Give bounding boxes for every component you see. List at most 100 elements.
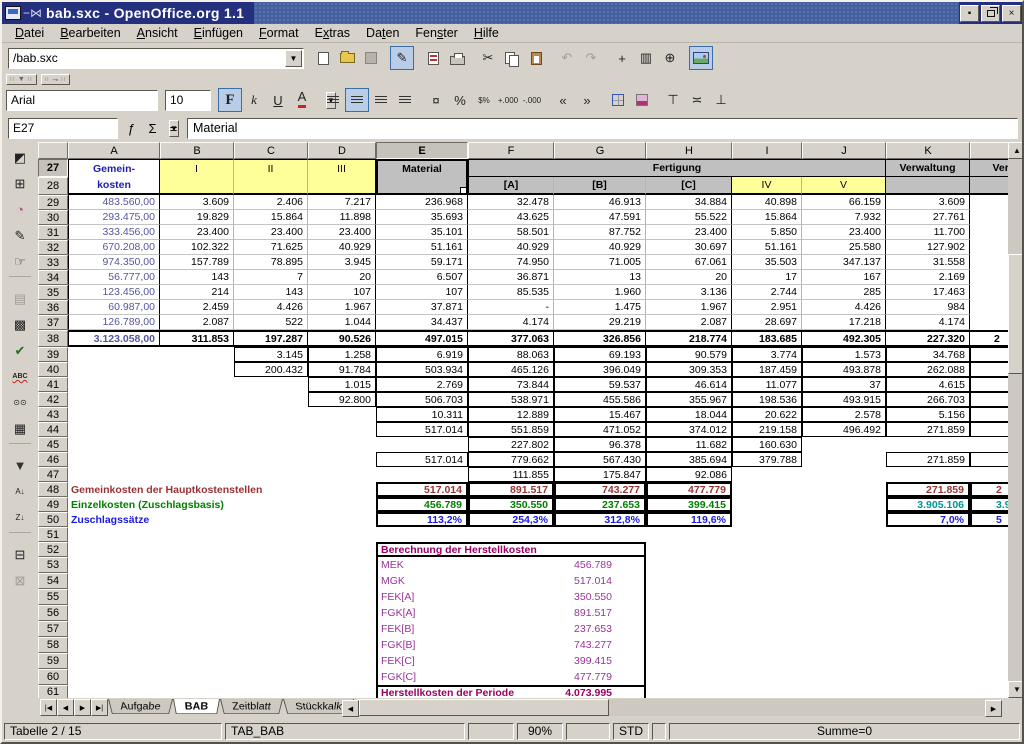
cell-A61[interactable] xyxy=(68,685,160,698)
cell-F33[interactable]: 74.950 xyxy=(468,255,554,270)
cell-G50[interactable]: 312,8% xyxy=(554,512,646,527)
cell-E45[interactable] xyxy=(376,437,468,452)
horizontal-scroll-thumb[interactable] xyxy=(359,699,609,716)
cell-E46[interactable]: 517.014 xyxy=(376,452,468,467)
cell-B42[interactable] xyxy=(160,392,234,407)
cell-H30[interactable]: 55.522 xyxy=(646,210,732,225)
row-header-37[interactable]: 37 xyxy=(38,315,68,330)
cell-K58[interactable] xyxy=(886,637,970,653)
cell-H53[interactable] xyxy=(646,557,732,573)
cell-B37[interactable]: 2.087 xyxy=(160,315,234,330)
cell-G41[interactable]: 59.537 xyxy=(554,377,646,392)
cell-G33[interactable]: 71.005 xyxy=(554,255,646,270)
font-name-input[interactable] xyxy=(7,93,166,107)
font-size-combo[interactable]: ▼ xyxy=(165,90,211,111)
sheet-tab-zeitblatt[interactable]: Zeitblatt xyxy=(220,699,283,714)
cell-C45[interactable] xyxy=(234,437,308,452)
underline-icon[interactable]: U xyxy=(266,88,290,112)
cell-H43[interactable]: 18.044 xyxy=(646,407,732,422)
menu-hilfe[interactable]: Hilfe xyxy=(467,25,506,41)
cell-A40[interactable] xyxy=(68,362,160,377)
row-header-53[interactable]: 53 xyxy=(38,557,68,573)
insert-icon[interactable]: ◩ xyxy=(7,146,33,169)
row-header-47[interactable]: 47 xyxy=(38,467,68,482)
cell-H49[interactable]: 399.415 xyxy=(646,497,732,512)
menu-fenster[interactable]: Fenster xyxy=(408,25,464,41)
cell-H41[interactable]: 46.614 xyxy=(646,377,732,392)
row-header-32[interactable]: 32 xyxy=(38,240,68,255)
cell-E50[interactable]: 113,2% xyxy=(376,512,468,527)
cell-D52[interactable] xyxy=(308,542,376,557)
align-bottom-icon[interactable]: ⊥ xyxy=(709,88,733,112)
cell-D42[interactable]: 92.800 xyxy=(308,392,376,407)
cell-H47[interactable]: 92.086 xyxy=(646,467,732,482)
cell-E60[interactable]: FGK[C] xyxy=(376,669,554,685)
menu-bearbeiten[interactable]: Bearbeiten xyxy=(53,25,127,41)
cell-H44[interactable]: 374.012 xyxy=(646,422,732,437)
new-document-icon[interactable] xyxy=(311,46,335,70)
cell-K28[interactable] xyxy=(886,177,970,195)
cell-K42[interactable]: 266.703 xyxy=(886,392,970,407)
cell-A29[interactable]: 483.560,00 xyxy=(68,195,160,210)
cell-E51[interactable] xyxy=(376,527,468,542)
cell-I51[interactable] xyxy=(732,527,802,542)
cell-K45[interactable] xyxy=(886,437,970,452)
cell-H48[interactable]: 477.779 xyxy=(646,482,732,497)
cell-J42[interactable]: 493.915 xyxy=(802,392,886,407)
align-center-icon[interactable] xyxy=(345,88,369,112)
row-header-54[interactable]: 54 xyxy=(38,573,68,589)
cell-H39[interactable]: 90.579 xyxy=(646,347,732,362)
cell-H37[interactable]: 2.087 xyxy=(646,315,732,330)
cell-I41[interactable]: 11.077 xyxy=(732,377,802,392)
cell-F29[interactable]: 32.478 xyxy=(468,195,554,210)
cell-J29[interactable]: 66.159 xyxy=(802,195,886,210)
cell-I48[interactable] xyxy=(732,482,802,497)
cell-E30[interactable]: 35.693 xyxy=(376,210,468,225)
cell-F44[interactable]: 551.859 xyxy=(468,422,554,437)
cell-B36[interactable]: 2.459 xyxy=(160,300,234,315)
row-header-35[interactable]: 35 xyxy=(38,285,68,300)
cell-C27[interactable]: II xyxy=(234,159,308,177)
row-header-46[interactable]: 46 xyxy=(38,452,68,467)
cell-C43[interactable] xyxy=(234,407,308,422)
cell-H56[interactable] xyxy=(646,605,732,621)
split-window-icon[interactable]: ⊟ xyxy=(7,543,33,566)
close-button[interactable]: × xyxy=(1002,5,1021,22)
cell-F34[interactable]: 36.871 xyxy=(468,270,554,285)
cell-I36[interactable]: 2.951 xyxy=(732,300,802,315)
cell-G60[interactable]: 477.779 xyxy=(554,669,646,685)
cell-J38[interactable]: 492.305 xyxy=(802,330,886,347)
cell-A50[interactable]: Zuschlagssätze xyxy=(68,512,376,527)
cell-I52[interactable] xyxy=(732,542,802,557)
delete-decimal-icon[interactable]: -.000 xyxy=(520,88,544,112)
cell-J41[interactable]: 37 xyxy=(802,377,886,392)
cell-G44[interactable]: 471.052 xyxy=(554,422,646,437)
status-page-style[interactable]: TAB_BAB xyxy=(225,723,465,740)
cell-F42[interactable]: 538.971 xyxy=(468,392,554,407)
cell-H36[interactable]: 1.967 xyxy=(646,300,732,315)
cell-E32[interactable]: 51.161 xyxy=(376,240,468,255)
cell-I53[interactable] xyxy=(732,557,802,573)
cell-A33[interactable]: 974.350,00 xyxy=(68,255,160,270)
cell-D36[interactable]: 1.967 xyxy=(308,300,376,315)
cell-A41[interactable] xyxy=(68,377,160,392)
cell-I42[interactable]: 198.536 xyxy=(732,392,802,407)
cell-K35[interactable]: 17.463 xyxy=(886,285,970,300)
cell-G29[interactable]: 46.913 xyxy=(554,195,646,210)
cell-D39[interactable]: 1.258 xyxy=(308,347,376,362)
cell-B44[interactable] xyxy=(160,422,234,437)
cell-C58[interactable] xyxy=(234,637,308,653)
cell-H33[interactable]: 67.061 xyxy=(646,255,732,270)
cell-G49[interactable]: 237.653 xyxy=(554,497,646,512)
cell-J36[interactable]: 4.426 xyxy=(802,300,886,315)
menu-format[interactable]: Format xyxy=(252,25,306,41)
cell-B54[interactable] xyxy=(160,573,234,589)
cell-E41[interactable]: 2.769 xyxy=(376,377,468,392)
cell-K44[interactable]: 271.859 xyxy=(886,422,970,437)
cell-A47[interactable] xyxy=(68,467,160,482)
menu-datei[interactable]: Datei xyxy=(8,25,51,41)
tab-nav-last-icon[interactable]: ▶| xyxy=(91,699,108,716)
cell-G38[interactable]: 326.856 xyxy=(554,330,646,347)
cell-E53[interactable]: MEK xyxy=(376,557,554,573)
cell-B45[interactable] xyxy=(160,437,234,452)
